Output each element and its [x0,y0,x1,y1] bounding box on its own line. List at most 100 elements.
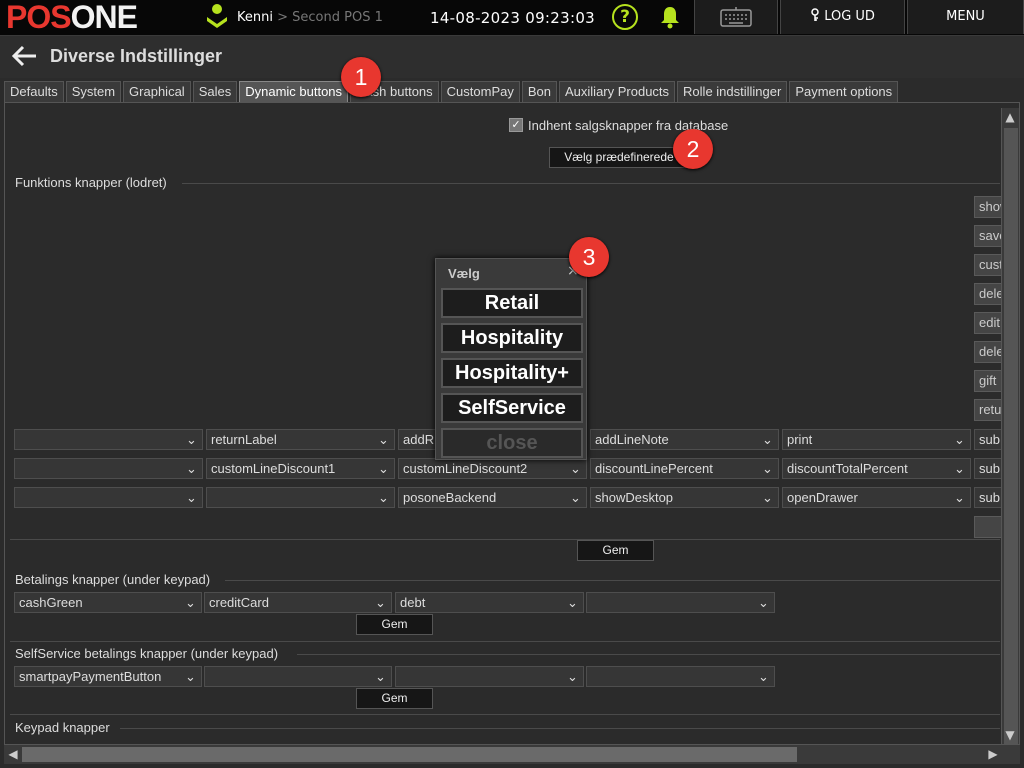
dialog-close-button[interactable]: close [441,428,583,458]
user-name: Kenni [237,10,273,25]
chevron-down-icon: ⌄ [378,490,389,505]
select-value: posoneBackend [403,490,497,505]
section-divider [10,539,1000,540]
bell-icon[interactable] [658,5,682,29]
chevron-down-icon: ⌄ [570,490,581,505]
tab-rolle-indstillinger[interactable]: Rolle indstillinger [677,81,788,102]
selfservice-select[interactable]: ⌄ [586,666,775,687]
function-select[interactable]: addLineNote ⌄ [590,429,779,450]
function-select[interactable]: ⌄ [14,458,203,479]
tab-custompay[interactable]: CustomPay [440,81,520,102]
select-value: discountLinePercent [595,461,713,476]
selfservice-select[interactable]: smartpayPaymentButton ⌄ [14,666,202,687]
scroll-thumb[interactable] [22,747,797,762]
side-button-6[interactable]: dele [974,341,1002,363]
logout-button[interactable]: LOG UD [780,0,905,34]
page-title: Diverse Indstillinger [50,46,223,66]
vertical-scrollbar[interactable] [1001,108,1019,760]
clock: 14-08-2023 09:23:03 [430,9,596,27]
function-select[interactable]: showDesktop ⌄ [590,487,779,508]
function-select[interactable]: sub [974,458,1002,479]
preset-hospitality-button[interactable]: Hospitality [441,323,583,353]
payment-select[interactable]: debt ⌄ [395,592,584,613]
chevron-down-icon: ⌄ [378,432,389,447]
function-select[interactable]: customLineDiscount2 ⌄ [398,458,587,479]
function-select[interactable]: ⌄ [14,487,203,508]
chevron-down-icon: ⌄ [762,490,773,505]
function-select[interactable]: posoneBackend ⌄ [398,487,587,508]
function-select[interactable]: ⌄ [14,429,203,450]
section-divider [297,654,1000,655]
payment-select[interactable]: ⌄ [586,592,775,613]
payment-select[interactable]: cashGreen ⌄ [14,592,202,613]
tab-defaults[interactable]: Defaults [4,81,64,102]
side-button-4[interactable]: dele [974,283,1002,305]
tab-bon[interactable]: Bon [521,81,557,102]
scroll-thumb[interactable] [1004,128,1018,760]
payment-select[interactable]: creditCard ⌄ [204,592,392,613]
scroll-right-icon[interactable]: ▶ [984,745,1002,763]
arrow-left-icon[interactable] [10,44,38,68]
tab-auxiliary-products[interactable]: Auxiliary Products [559,81,676,102]
dialog-title: Vælg [448,266,480,281]
select-value: addLineNote [595,432,669,447]
help-icon[interactable]: ? [612,4,638,30]
selfservice-select[interactable]: ⌄ [395,666,584,687]
chevron-down-icon: ⌄ [762,461,773,476]
horizontal-scrollbar[interactable] [4,744,1020,764]
logout-label: LOG UD [824,9,875,24]
function-select[interactable]: sub [974,487,1002,508]
tab-payment-options[interactable]: Payment options [789,81,899,102]
chevron-down-icon: ⌄ [185,595,196,610]
keyboard-button[interactable] [694,0,778,34]
preset-retail-button[interactable]: Retail [441,288,583,318]
function-select[interactable]: ⌄ [206,487,395,508]
selfservice-section-title: SelfService betalings knapper (under key… [15,646,279,661]
chevron-down-icon: ⌄ [375,669,386,684]
fetch-from-database-checkbox[interactable]: ✓ [509,118,523,132]
side-button-5[interactable]: edit [974,312,1002,334]
chevron-down-icon: ⌄ [954,432,965,447]
selfservice-select[interactable]: ⌄ [204,666,392,687]
save-payment-buttons[interactable]: Gem [356,614,433,635]
function-select[interactable]: print ⌄ [782,429,971,450]
tab-system[interactable]: System [65,81,122,102]
choose-preset-dialog: Vælg × Retail Hospitality Hospitality+ S… [435,258,587,460]
function-select[interactable]: customLineDiscount1 ⌄ [206,458,395,479]
function-select[interactable]: discountTotalPercent ⌄ [782,458,971,479]
annotation-badge-3: 3 [569,237,609,277]
tab-sales[interactable]: Sales [192,81,238,102]
menu-button[interactable]: MENU [907,0,1024,34]
preset-hospitality-plus-button[interactable]: Hospitality+ [441,358,583,388]
side-button-empty[interactable] [974,516,1002,538]
scroll-left-icon[interactable]: ◀ [4,745,22,763]
chevron-down-icon: ⌄ [954,461,965,476]
side-button-8[interactable]: retu [974,399,1002,421]
side-button-7[interactable]: gift [974,370,1002,392]
select-value: creditCard [209,595,269,610]
select-value: sub [979,461,1000,476]
side-button-2[interactable]: save [974,225,1002,247]
select-value: debt [400,595,426,610]
tab-dynamic-buttons[interactable]: Dynamic buttons [239,81,349,102]
pos-name: Second POS 1 [292,10,383,25]
scroll-down-icon[interactable]: ▼ [1001,726,1019,744]
scroll-up-icon[interactable]: ▲ [1001,108,1019,126]
side-button-3[interactable]: cust [974,254,1002,276]
choose-predefined-button[interactable]: Vælg prædefinerede [549,147,689,168]
chevron-down-icon: ⌄ [186,461,197,476]
preset-selfservice-button[interactable]: SelfService [441,393,583,423]
select-value: smartpayPaymentButton [19,669,162,684]
tab-graphical[interactable]: Graphical [123,81,191,102]
chevron-down-icon: ⌄ [378,461,389,476]
function-select[interactable]: sub [974,429,1002,450]
save-selfservice-buttons[interactable]: Gem [356,688,433,709]
select-value: customLineDiscount1 [211,461,336,476]
function-select[interactable]: returnLabel ⌄ [206,429,395,450]
save-function-buttons[interactable]: Gem [577,540,654,561]
side-button-1[interactable]: show [974,196,1002,218]
chevron-down-icon: ⌄ [375,595,386,610]
chevron-down-icon: ⌄ [758,669,769,684]
function-select[interactable]: discountLinePercent ⌄ [590,458,779,479]
function-select[interactable]: openDrawer ⌄ [782,487,971,508]
